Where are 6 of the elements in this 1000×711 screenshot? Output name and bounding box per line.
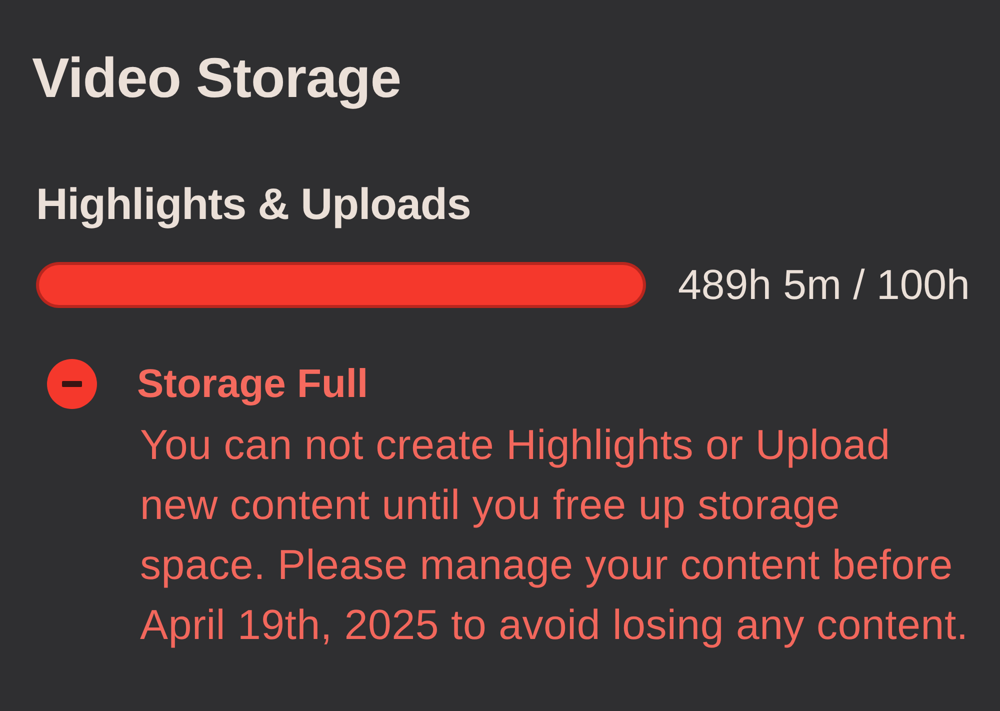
usage-reading: 489h 5m / 100h — [678, 260, 970, 310]
alert-message: You can not create Highlights or Upload new content until you free up storage space. Please manage your content before April 19th, 2025 to avoid losing any content. — [140, 420, 968, 650]
minus-circle-icon — [47, 359, 97, 409]
usage-label: Highlights & Uploads — [36, 179, 471, 231]
alert-title: Storage Full — [137, 361, 368, 408]
panel-title: Video Storage — [32, 46, 402, 110]
